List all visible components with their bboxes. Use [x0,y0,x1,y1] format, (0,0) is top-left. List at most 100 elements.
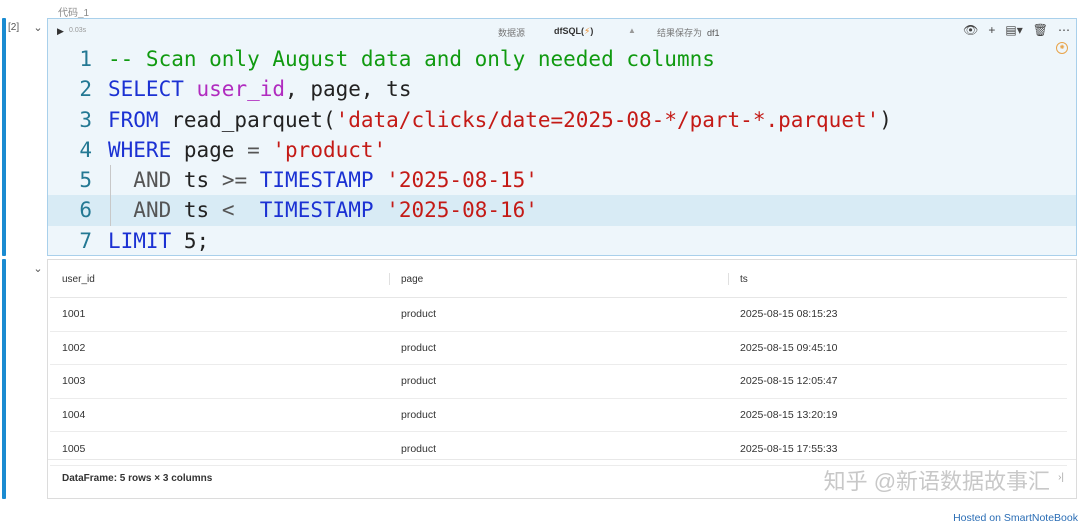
caret-up-icon[interactable]: ▲ [628,26,636,35]
column-header-label: ts [740,274,748,285]
trash-icon[interactable]: 🗑 [1033,23,1048,37]
code-line[interactable]: 1 -- Scan only August data and only neede… [48,44,1076,74]
column-header-user-id[interactable]: user_id [50,262,389,298]
code-line[interactable]: 5 AND ts >= TIMESTAMP '2025-08-15' [48,165,1076,196]
column-divider[interactable] [389,273,390,285]
line-number: 6 [79,198,92,223]
code-text: -- Scan only August data and only needed… [108,44,715,74]
code-line[interactable]: 2 SELECT user_id, page, ts [48,74,1076,104]
result-table: user_id page ts 1001 product 2025-08-15 08:1… [50,262,1067,466]
table-row: 1001 product 2025-08-15 08:15:23 [50,297,1067,332]
cell-toolbar: ▶ 0.03s 数据源 dfSQL(⚡) ▲ 结果保存为 df1 👁 + ▤▾ 🗑… [48,19,1076,45]
table-cell: 2025-08-15 12:05:47 [728,364,1067,399]
layers-icon[interactable]: ▤▾ [1005,23,1022,37]
column-header-label: user_id [62,274,95,285]
table-row: 1003 product 2025-08-15 12:05:47 [50,364,1067,399]
code-token: user_id [196,77,286,102]
chevron-down-icon[interactable]: ⌄ [31,262,45,276]
line-number: 5 [79,168,92,193]
code-line[interactable]: 3 FROM read_parquet('data/clicks/date=202… [48,105,1076,135]
cell-selection-bar[interactable] [2,18,6,256]
code-line[interactable]: 4 WHERE page = 'product' [48,135,1076,165]
table-cell: 2025-08-15 08:15:23 [728,297,1067,332]
code-token: '2025-08-15' [386,168,538,193]
table-cell: product [389,297,728,332]
dataframe-summary: DataFrame: 5 rows × 3 columns [62,473,213,484]
code-token: '2025-08-16' [386,198,538,223]
output-selection-bar[interactable] [2,259,6,499]
line-number: 2 [79,77,92,102]
code-token: >= [221,168,248,193]
eye-icon[interactable]: 👁 [963,23,978,37]
cell-title: 代码_1 [58,8,90,19]
column-header-label: page [401,274,424,285]
toolbar-icons: 👁 + ▤▾ 🗑 ⋯ [963,23,1070,37]
output-area: user_id page ts 1001 product 2025-08-15 08:1… [47,259,1077,499]
column-header-ts[interactable]: ts [728,262,1067,298]
code-line[interactable]: 7 LIMIT 5; [48,226,1076,256]
hosted-link[interactable]: Hosted on SmartNoteBook [953,512,1078,524]
code-text: SELECT user_id, page, ts [108,74,411,104]
run-icon[interactable]: ▶ [57,26,64,37]
plus-icon[interactable]: + [988,23,995,37]
table-cell: 2025-08-15 09:45:10 [728,331,1067,366]
code-cell[interactable]: ▶ 0.03s 数据源 dfSQL(⚡) ▲ 结果保存为 df1 👁 + ▤▾ 🗑… [47,18,1077,256]
table-cell: product [389,331,728,366]
table-cell: 1004 [50,398,389,433]
column-divider[interactable] [728,273,729,285]
code-token: 'data/clicks/date=2025-08-*/part-*.parqu… [335,107,880,132]
code-text: WHERE page = 'product' [108,135,386,165]
code-line[interactable]: 6 AND ts < TIMESTAMP '2025-08-16' [48,195,1076,226]
table-row: 1002 product 2025-08-15 09:45:10 [50,331,1067,366]
datasource-button[interactable]: 数据源 [498,26,525,39]
chevron-down-icon[interactable]: ⌄ [31,21,45,35]
line-number: 3 [79,107,92,132]
watermark: 知乎 @新语数据故事汇 [823,469,1051,494]
code-token: LIMIT [108,228,172,253]
code-token: < [221,198,235,223]
table-cell: 1002 [50,331,389,366]
line-number: 7 [79,228,92,253]
save-as[interactable]: 结果保存为 df1 [657,26,720,39]
code-token: read_parquet( [158,107,336,132]
column-header-page[interactable]: page [389,262,728,298]
code-editor[interactable]: 1 -- Scan only August data and only neede… [48,44,1076,256]
table-cell: 1003 [50,364,389,399]
code-token: AND [133,168,172,193]
table-cell: product [389,398,728,433]
language-selector[interactable]: dfSQL(⚡) [554,26,593,37]
save-as-value: df1 [707,28,720,38]
code-token: 5; [171,228,210,253]
save-as-label: 结果保存为 [657,28,703,38]
code-token: SELECT [108,77,184,102]
more-icon[interactable]: ⋯ [1058,23,1070,37]
table-cell: 1001 [50,297,389,332]
code-token: FROM [108,107,159,132]
code-token: page [171,137,248,162]
code-token: ts [171,198,222,223]
pager: 知乎 @新语数据故事汇 ›| [824,469,1064,496]
elapsed-time: 0.03s [69,27,87,34]
code-text: AND ts >= TIMESTAMP '2025-08-15' [108,165,538,195]
code-token: = [247,137,260,162]
code-token: 'product' [272,137,387,162]
table-cell: product [389,364,728,399]
code-token: ) [879,107,892,132]
language-label: dfSQL( [554,26,584,36]
code-text: AND ts < TIMESTAMP '2025-08-16' [108,195,538,225]
language-close: ) [590,26,594,36]
code-token: TIMESTAMP [259,168,374,193]
last-page-icon[interactable]: ›| [1058,472,1064,496]
code-token: WHERE [108,137,172,162]
table-row: 1004 product 2025-08-15 13:20:19 [50,398,1067,433]
table-body: 1001 product 2025-08-15 08:15:23 1002 produc… [50,297,1067,466]
code-token: -- Scan only August data and only needed… [108,47,715,71]
code-token: TIMESTAMP [259,198,374,223]
